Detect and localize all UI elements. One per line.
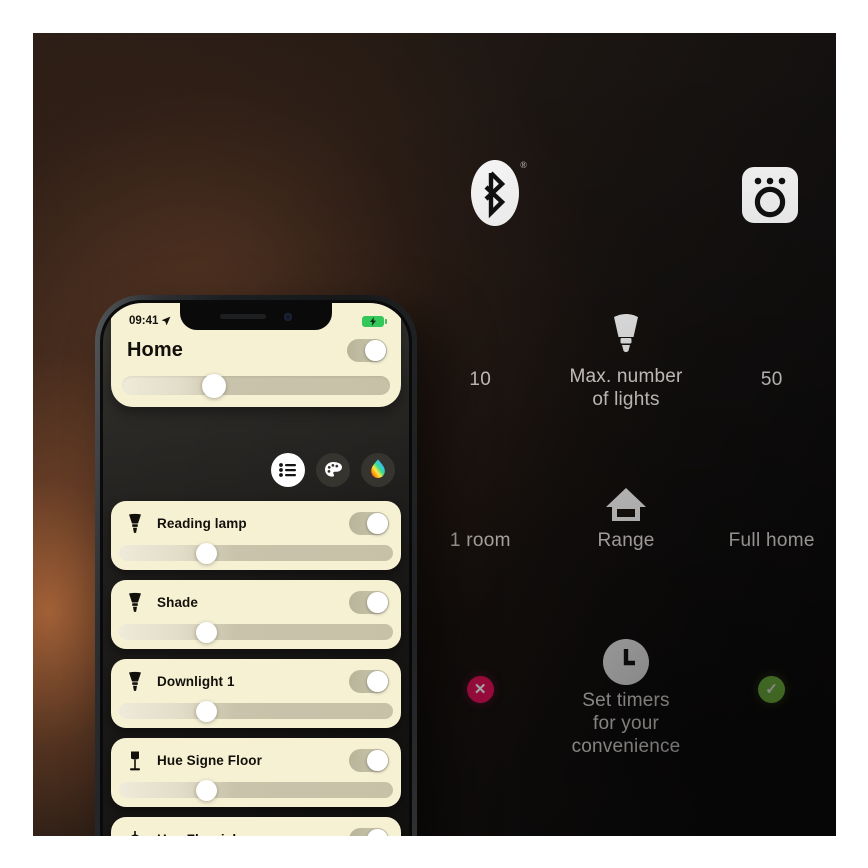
smartphone-mockup: 09:41 Home Reading lamp Shade Downlight … <box>95 295 417 836</box>
spot-bulb-icon <box>125 513 145 535</box>
range-label: Range <box>597 530 655 551</box>
house-glyph <box>606 488 646 521</box>
max-lights-max-value: 50 <box>760 369 783 390</box>
status-time: 09:41 <box>129 315 159 327</box>
front-camera-icon <box>284 312 292 321</box>
range-min-value: 1 room <box>449 530 511 551</box>
floor-lamp-icon <box>125 750 145 772</box>
home-card-header: Home <box>111 333 401 362</box>
spot-bulb-glyph <box>129 513 141 533</box>
house-icon <box>545 473 708 525</box>
light-toggle-knob <box>367 513 388 534</box>
light-toggle[interactable] <box>349 828 389 836</box>
screenshot-canvas: ® 10 Max. number of lights 50 1 room Ran… <box>0 0 868 868</box>
pendant-lamp-icon <box>125 829 145 836</box>
light-toggle-knob <box>367 750 388 771</box>
phone-notch <box>180 303 332 330</box>
lights-list: Reading lamp Shade Downlight 1 Hue Signe… <box>111 501 401 836</box>
light-brightness-slider[interactable] <box>119 542 393 564</box>
light-toggle[interactable] <box>349 591 389 614</box>
clock-face <box>603 639 649 685</box>
home-power-toggle[interactable] <box>347 339 387 362</box>
charging-bolt-icon <box>370 316 376 326</box>
clock-hands <box>623 649 635 666</box>
max-lights-center: Max. number of lights <box>545 309 708 411</box>
light-brightness-slider[interactable] <box>119 621 393 643</box>
check-icon: ✓ <box>758 676 786 703</box>
palette-icon <box>324 462 342 477</box>
list-item[interactable]: Reading lamp <box>111 501 401 570</box>
light-toggle-knob <box>367 829 388 836</box>
light-brightness-slider[interactable] <box>119 700 393 722</box>
feature-range: 1 room Range Full home <box>416 473 836 552</box>
cross-icon: ✕ <box>466 676 494 703</box>
light-brightness-knob[interactable] <box>195 779 217 801</box>
clock-icon <box>545 633 708 685</box>
light-row-header: Hue Flourish <box>111 826 401 836</box>
list-icon <box>279 463 296 477</box>
light-toggle[interactable] <box>349 670 389 693</box>
hue-bridge-icon <box>741 166 799 224</box>
light-row-header: Reading lamp <box>111 510 401 535</box>
light-brightness-slider[interactable] <box>119 779 393 801</box>
timers-label: Set timers for your convenience <box>571 690 681 757</box>
list-item[interactable]: Hue Flourish <box>111 817 401 836</box>
phone-bezel: 09:41 Home Reading lamp Shade Downlight … <box>100 300 412 836</box>
list-item[interactable]: Downlight 1 <box>111 659 401 728</box>
phone-screen: 09:41 Home Reading lamp Shade Downlight … <box>103 303 409 836</box>
pendant-lamp-glyph <box>130 830 140 836</box>
list-item[interactable]: Shade <box>111 580 401 649</box>
bulb-glyph <box>614 314 638 353</box>
home-brightness-knob[interactable] <box>202 373 227 398</box>
light-brightness-knob[interactable] <box>195 700 217 722</box>
range-center: Range <box>545 473 708 552</box>
registered-trademark-icon: ® <box>520 160 527 170</box>
range-max-value: Full home <box>728 530 815 551</box>
light-name: Downlight 1 <box>157 674 235 689</box>
floor-lamp-glyph <box>130 751 140 770</box>
timers-supported-indicator: ✓ <box>707 633 836 703</box>
light-name: Shade <box>157 595 199 610</box>
view-mode-tabs <box>271 453 395 487</box>
bulb-icon <box>545 309 708 361</box>
tab-color[interactable] <box>361 453 395 487</box>
light-name: Reading lamp <box>157 516 247 531</box>
spot-bulb-icon <box>125 592 145 614</box>
max-lights-label: Max. number of lights <box>569 366 683 410</box>
max-lights-min-value: 10 <box>469 369 492 390</box>
list-item[interactable]: Hue Signe Floor <box>111 738 401 807</box>
spot-bulb-glyph <box>129 671 141 691</box>
light-toggle-knob <box>367 671 388 692</box>
feature-max-lights: 10 Max. number of lights 50 <box>416 309 836 411</box>
light-row-header: Downlight 1 <box>111 668 401 693</box>
light-row-header: Shade <box>111 589 401 614</box>
feature-timers: ✕ Set timers for your convenience ✓ <box>416 633 836 758</box>
tab-list[interactable] <box>271 453 305 487</box>
hue-bridge-glyph <box>742 167 798 223</box>
light-name: Hue Signe Floor <box>157 753 263 768</box>
status-time-group: 09:41 <box>129 315 171 327</box>
light-toggle[interactable] <box>349 749 389 772</box>
light-row-header: Hue Signe Floor <box>111 747 401 772</box>
light-brightness-knob[interactable] <box>195 621 217 643</box>
bluetooth-glyph <box>484 171 506 219</box>
light-brightness-knob[interactable] <box>195 542 217 564</box>
timers-unsupported-indicator: ✕ <box>416 633 545 703</box>
product-feature-image: ® 10 Max. number of lights 50 1 room Ran… <box>33 33 836 836</box>
light-toggle[interactable] <box>349 512 389 535</box>
tab-scenes[interactable] <box>316 453 350 487</box>
home-toggle-knob <box>365 340 386 361</box>
light-toggle-knob <box>367 592 388 613</box>
location-arrow-icon <box>162 316 171 326</box>
spot-bulb-glyph <box>129 592 141 612</box>
light-name: Hue Flourish <box>157 832 337 836</box>
home-title: Home <box>127 339 183 361</box>
timers-center: Set timers for your convenience <box>545 633 708 758</box>
spot-bulb-icon <box>125 671 145 693</box>
earpiece-speaker <box>220 314 266 319</box>
home-brightness-slider[interactable] <box>122 373 390 398</box>
bluetooth-icon: ® <box>471 160 527 230</box>
battery-charging-icon <box>362 315 387 327</box>
color-bulb-icon <box>371 459 385 478</box>
